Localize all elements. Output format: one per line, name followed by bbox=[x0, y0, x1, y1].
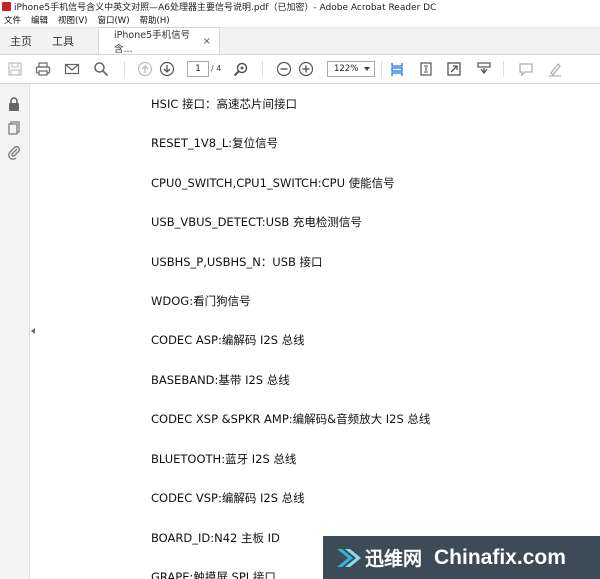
tab-home[interactable]: 主页 bbox=[0, 28, 42, 54]
search-icon[interactable] bbox=[92, 60, 110, 78]
document-text-line: BLUETOOTH:蓝牙 I2S 总线 bbox=[151, 452, 297, 466]
next-page-icon[interactable] bbox=[158, 60, 176, 78]
email-icon[interactable] bbox=[63, 60, 81, 78]
menu-edit[interactable]: 编辑 bbox=[31, 14, 48, 26]
document-text-line: HSIC 接口：高速芯片间接口 bbox=[151, 97, 298, 111]
toolbar-separator bbox=[262, 61, 263, 77]
tab-bar: 主页 工具 iPhone5手机信号含... × bbox=[0, 27, 600, 55]
chinafix-logo-icon bbox=[337, 548, 361, 567]
left-navigation-rail bbox=[0, 84, 30, 579]
toolbar-separator bbox=[381, 61, 382, 77]
watermark-banner: 迅维网 Chinafix.com bbox=[323, 536, 600, 579]
menu-help[interactable]: 帮助(H) bbox=[140, 14, 170, 26]
document-text-line: BASEBAND:基带 I2S 总线 bbox=[151, 373, 290, 387]
page-number-input[interactable]: 1 bbox=[187, 61, 209, 77]
toolbar: 1 / 4 122% bbox=[0, 55, 600, 84]
zoom-in-icon[interactable] bbox=[297, 60, 315, 78]
fit-page-icon[interactable] bbox=[417, 60, 435, 78]
document-text-line: CODEC ASP:编解码 I2S 总线 bbox=[151, 333, 305, 347]
previous-page-icon[interactable] bbox=[136, 60, 154, 78]
zoom-out-icon[interactable] bbox=[275, 60, 293, 78]
document-text-line: CPU0_SWITCH,CPU1_SWITCH:CPU 使能信号 bbox=[151, 176, 395, 190]
read-mode-icon[interactable] bbox=[475, 60, 493, 78]
document-text-line: BOARD_ID:N42 主板 ID bbox=[151, 531, 280, 545]
menu-view[interactable]: 视图(V) bbox=[58, 14, 87, 26]
document-text-line: CODEC XSP &SPKR AMP:编解码&音频放大 I2S 总线 bbox=[151, 412, 431, 426]
title-bar: iPhone5手机信号含义中英文对照—A6处理器主要信号说明.pdf（已加密）-… bbox=[0, 0, 600, 13]
window-title: iPhone5手机信号含义中英文对照—A6处理器主要信号说明.pdf（已加密）-… bbox=[14, 3, 437, 13]
tab-tools[interactable]: 工具 bbox=[42, 28, 84, 54]
tab-document[interactable]: iPhone5手机信号含... × bbox=[98, 27, 220, 55]
document-text-line: RESET_1V8_L:复位信号 bbox=[151, 136, 279, 150]
document-view[interactable]: HSIC 接口：高速芯片间接口 RESET_1V8_L:复位信号 CPU0_SW… bbox=[36, 84, 600, 579]
lock-icon[interactable] bbox=[6, 96, 22, 112]
toolbar-separator bbox=[503, 61, 504, 77]
chevron-down-icon bbox=[364, 67, 370, 71]
document-text-line: WDOG:看门狗信号 bbox=[151, 294, 251, 308]
full-screen-icon[interactable] bbox=[445, 60, 463, 78]
zoom-level-dropdown[interactable]: 122% bbox=[327, 61, 375, 77]
menu-window[interactable]: 窗口(W) bbox=[97, 14, 129, 26]
tab-document-label: iPhone5手机信号含... bbox=[114, 30, 191, 55]
highlight-pen-icon[interactable] bbox=[546, 60, 564, 78]
menu-file[interactable]: 文件 bbox=[4, 14, 21, 26]
document-text-line: USBHS_P,USBHS_N：USB 接口 bbox=[151, 255, 323, 269]
select-zoom-icon[interactable] bbox=[232, 60, 250, 78]
zoom-level-value: 122% bbox=[334, 64, 359, 74]
collapse-panel-arrow-icon[interactable] bbox=[31, 328, 35, 334]
page-thumbnails-icon[interactable] bbox=[6, 120, 22, 136]
document-text-line: GRAPE:触摸屏 SPI 接口 bbox=[151, 570, 276, 579]
scroll-mode-icon[interactable] bbox=[388, 60, 406, 78]
document-text-line: USB_VBUS_DETECT:USB 充电检测信号 bbox=[151, 215, 362, 229]
print-icon[interactable] bbox=[34, 60, 52, 78]
menu-bar: 文件 编辑 视图(V) 窗口(W) 帮助(H) bbox=[0, 13, 600, 28]
attachment-icon[interactable] bbox=[6, 144, 22, 160]
document-text-line: CODEC VSP:编解码 I2S 总线 bbox=[151, 491, 305, 505]
watermark-brand-cn: 迅维网 bbox=[365, 548, 423, 570]
acrobat-app-icon bbox=[2, 2, 11, 11]
watermark-brand-en: Chinafix.com bbox=[434, 545, 566, 569]
comment-icon[interactable] bbox=[517, 60, 535, 78]
save-icon[interactable] bbox=[6, 60, 24, 78]
close-tab-icon[interactable]: × bbox=[203, 36, 211, 47]
page-total: / 4 bbox=[211, 64, 222, 73]
toolbar-separator bbox=[124, 61, 125, 77]
